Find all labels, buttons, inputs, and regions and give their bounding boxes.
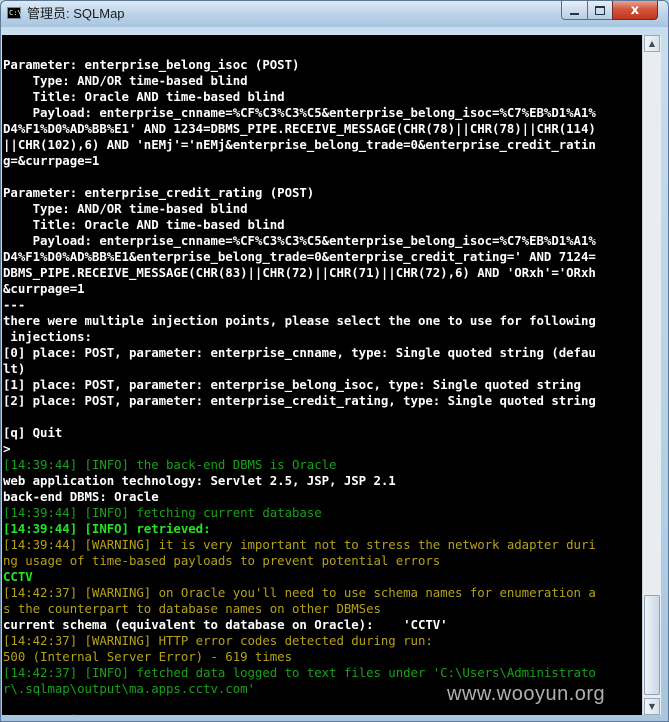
console-line: [14:42:37] [INFO] fetched data logged to…: [3, 665, 596, 680]
console-line: CCTV: [3, 569, 33, 584]
console-line: Type: AND/OR time-based blind: [3, 201, 248, 216]
console-line: [14:42:37] [WARNING] HTTP error codes de…: [3, 633, 433, 648]
console-line: DBMS_PIPE.RECEIVE_MESSAGE(CHR(83)||CHR(7…: [3, 265, 596, 280]
console-line: Payload: enterprise_cnname=%CF%C3%C3%C5&…: [3, 105, 596, 120]
close-button[interactable]: x: [612, 1, 658, 20]
console-line: [14:39:44] [INFO] the back-end DBMS is O…: [3, 457, 337, 472]
console-line: [*] shutting down at 14:42:37: [3, 713, 596, 715]
maximize-button[interactable]: [587, 1, 613, 20]
console-line: >: [3, 441, 11, 456]
console-line: [0] place: POST, parameter: enterprise_c…: [3, 345, 596, 360]
console-line: injections:: [3, 329, 92, 344]
console-line: s the counterpart to database names on o…: [3, 601, 381, 616]
window-title: 管理员: SQLMap: [27, 6, 125, 21]
vertical-scrollbar[interactable]: ▲ ▼: [642, 35, 661, 715]
console-line: lt): [3, 361, 26, 376]
console-lines: Parameter: enterprise_belong_isoc (POST)…: [3, 41, 596, 715]
console-line: Parameter: enterprise_belong_isoc (POST): [3, 57, 300, 72]
console-line: ---: [3, 297, 26, 312]
console-line: Parameter: enterprise_credit_rating (POS…: [3, 185, 315, 200]
scroll-up-button[interactable]: ▲: [644, 35, 660, 52]
close-icon: x: [630, 2, 640, 18]
console-line: Type: AND/OR time-based blind: [3, 73, 248, 88]
console-line: back-end DBMS: Oracle: [3, 489, 159, 504]
console-line: there were multiple injection points, pl…: [3, 313, 596, 328]
console-line: [14:39:44] [WARNING] it is very importan…: [3, 537, 596, 552]
console-line: current schema (equivalent to database o…: [3, 617, 448, 632]
minimize-icon: [570, 12, 579, 15]
console-line: &currpage=1: [3, 281, 85, 296]
console-line: [1] place: POST, parameter: enterprise_b…: [3, 377, 581, 392]
console-line: Payload: enterprise_cnname=%CF%C3%C3%C5&…: [3, 233, 596, 248]
console-line: [14:42:37] [WARNING] on Oracle you'll ne…: [3, 585, 596, 600]
minimize-button[interactable]: [561, 1, 588, 20]
console-line: Title: Oracle AND time-based blind: [3, 89, 285, 104]
maximize-icon: [595, 5, 605, 15]
console-line: [14:39:44] [INFO] retrieved:: [3, 521, 211, 536]
console-line: D4%F1%D0%AD%BB%E1' AND 1234=DBMS_PIPE.RE…: [3, 121, 596, 136]
title-bar[interactable]: C:\ 管理员: SQLMap x: [1, 1, 668, 27]
console-line: 500 (Internal Server Error) - 619 times: [3, 649, 292, 664]
console-line: D4%F1%D0%AD%BB%E1&enterprise_belong_trad…: [3, 249, 596, 264]
console-window: C:\ 管理员: SQLMap x Parameter: enterprise_…: [0, 0, 669, 722]
console-line: web application technology: Servlet 2.5,…: [3, 473, 396, 488]
console-line: g=&currpage=1: [3, 153, 100, 168]
console-line: [2] place: POST, parameter: enterprise_c…: [3, 393, 596, 408]
console-icon[interactable]: C:\: [7, 7, 22, 19]
watermark: www.wooyun.org: [447, 683, 606, 705]
console-line: [q] Quit: [3, 425, 63, 440]
console-line: ng usage of time-based payloads to preve…: [3, 553, 441, 568]
scroll-down-button[interactable]: ▼: [644, 698, 660, 715]
console-line: ||CHR(102),6) AND 'nEMj'='nEMj&enterpris…: [3, 137, 596, 152]
console-line: Title: Oracle AND time-based blind: [3, 217, 285, 232]
console-line: [14:39:44] [INFO] fetching current datab…: [3, 505, 322, 520]
scroll-thumb[interactable]: [644, 595, 660, 695]
console-output[interactable]: Parameter: enterprise_belong_isoc (POST)…: [2, 35, 642, 715]
